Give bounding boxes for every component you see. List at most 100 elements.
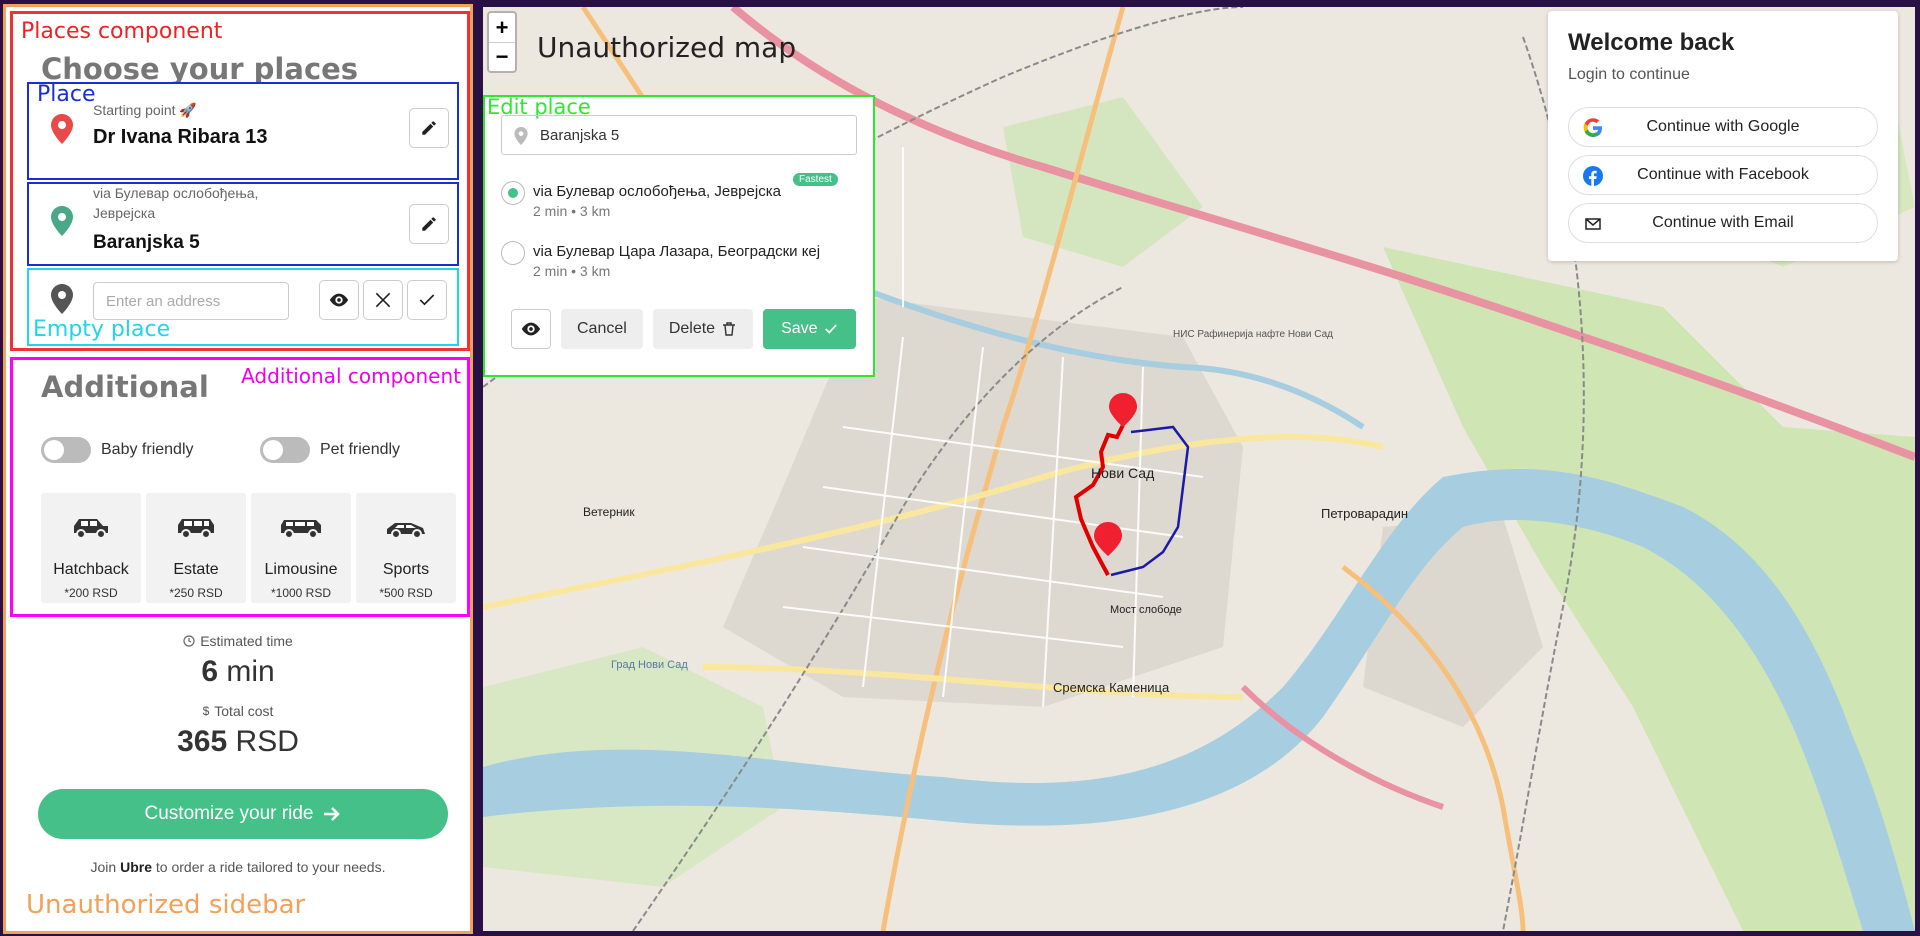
vehicle-price: *500 RSD [379, 586, 433, 600]
join-prefix: Join [90, 859, 117, 875]
estimated-time-text: Estimated time [200, 633, 293, 649]
unauthorized-sidebar: Places component Choose your places Plac… [3, 4, 473, 934]
cancel-label: Cancel [577, 320, 627, 337]
edit-place-button[interactable] [409, 204, 449, 244]
sidebar-debug-label: Unauthorized sidebar [26, 890, 306, 920]
map-label-veternik: Ветерник [583, 505, 635, 519]
join-suffix: to order a ride tailored to your needs. [155, 859, 386, 875]
additional-title: Additional [41, 370, 209, 404]
confirm-button[interactable] [407, 280, 447, 320]
check-icon [824, 324, 837, 334]
login-subtitle: Login to continue [1568, 66, 1690, 83]
vehicle-limousine[interactable]: Limousine *1000 RSD [251, 493, 351, 603]
map-pin-icon [51, 206, 73, 236]
toggle-switch[interactable] [260, 437, 310, 463]
fastest-badge: Fastest [793, 173, 838, 186]
vehicle-name: Estate [173, 561, 219, 578]
estimates: Estimated time 6 min $ Total cost 365 RS… [6, 633, 470, 759]
vehicle-price: *250 RSD [169, 586, 223, 600]
place-address-field[interactable]: Baranjska 5 [501, 115, 857, 155]
delete-button[interactable]: Delete [652, 309, 754, 349]
toggle-label: Pet friendly [320, 441, 401, 458]
map-pin-icon [514, 127, 528, 145]
empty-place: Empty place [27, 268, 459, 346]
save-label: Save [781, 320, 818, 337]
clear-button[interactable] [363, 280, 403, 320]
eye-icon [521, 322, 541, 336]
vehicle-price: *1000 RSD [270, 586, 332, 600]
vehicle-sports[interactable]: Sports *500 RSD [356, 493, 456, 603]
total-cost-text: Total cost [214, 703, 274, 719]
route-name: via Булевар ослобођења, Јеврејска [533, 183, 781, 200]
place-name: Dr Ivana Ribara 13 [93, 126, 268, 148]
google-login-label: Continue with Google [1646, 118, 1800, 135]
email-login-button[interactable]: Continue with Email [1568, 203, 1878, 243]
places-debug-label: Places component [21, 19, 223, 44]
sports-car-icon [387, 523, 425, 539]
email-login-label: Continue with Email [1652, 214, 1794, 231]
edit-place-panel: Edit place Baranjska 5 via Булевар ослоб… [483, 95, 875, 377]
cta-label: Customize your ride [144, 803, 314, 824]
vehicle-name: Sports [382, 561, 430, 578]
pet-friendly-toggle[interactable]: Pet friendly [260, 437, 400, 463]
place-address-value: Baranjska 5 [540, 126, 620, 144]
map-label-most: Мост слободе [1110, 604, 1182, 616]
additional-component: Additional component Additional Baby fri… [10, 357, 470, 617]
estate-icon [178, 519, 214, 539]
places-component: Places component Choose your places Plac… [10, 11, 470, 351]
google-login-button[interactable]: Continue with Google [1568, 107, 1878, 147]
toggle-label: Baby friendly [101, 441, 194, 458]
estimated-time-label: Estimated time [6, 633, 470, 649]
place-subtitle: Starting point 🚀 [93, 102, 197, 118]
vehicle-name: Hatchback [53, 561, 129, 578]
preview-button[interactable] [319, 280, 359, 320]
total-cost-value: 365 RSD [6, 725, 470, 759]
cancel-button[interactable]: Cancel [561, 309, 643, 349]
baby-friendly-toggle[interactable]: Baby friendly [41, 437, 194, 463]
edit-place-actions: Cancel Delete Save [511, 309, 856, 349]
zoom-control: + − [487, 11, 517, 73]
route-radio[interactable] [501, 241, 525, 265]
empty-place-debug-label: Empty place [33, 317, 171, 342]
join-text: Join Ubre to order a ride tailored to yo… [6, 859, 470, 875]
map-pin-icon [51, 284, 73, 314]
save-button[interactable]: Save [763, 309, 856, 349]
close-icon [375, 292, 391, 308]
vehicle-name: Limousine [264, 561, 338, 578]
facebook-login-button[interactable]: Continue with Facebook [1568, 155, 1878, 195]
place-subtitle: via Булевар ослобођења, Јеврејска [93, 185, 259, 221]
edit-place-button[interactable] [409, 108, 449, 148]
map-label-sremska: Сремска Каменица [1053, 680, 1170, 695]
route-radio[interactable] [501, 181, 525, 205]
map-label-city: Нови Сад [1091, 465, 1154, 481]
address-input[interactable] [93, 282, 289, 320]
login-title: Welcome back [1568, 29, 1735, 56]
login-panel: Welcome back Login to continue Continue … [1548, 11, 1898, 261]
total-cost-label: $ Total cost [6, 703, 470, 719]
limousine-icon [281, 520, 321, 539]
vehicle-estate[interactable]: Estate *250 RSD [146, 493, 246, 603]
route-meta: 2 min • 3 km [533, 263, 611, 279]
route-meta: 2 min • 3 km [533, 203, 611, 219]
customize-ride-button[interactable]: Customize your ride [38, 789, 448, 839]
check-icon [419, 294, 435, 306]
time-number: 6 [201, 655, 218, 688]
additional-debug-label: Additional component [241, 364, 461, 388]
toggle-switch[interactable] [41, 437, 91, 463]
place-destination: via Булевар ослобођења, Јеврејска Baranj… [27, 182, 459, 266]
clock-icon [183, 635, 195, 647]
zoom-in-button[interactable]: + [489, 13, 515, 42]
cost-number: 365 [177, 725, 228, 758]
estimated-time-value: 6 min [6, 655, 470, 689]
zoom-out-button[interactable]: − [489, 42, 515, 71]
vehicle-hatchback[interactable]: Hatchback *200 RSD [41, 493, 141, 603]
vehicle-price: *200 RSD [64, 586, 118, 600]
unauthorized-map[interactable]: Нови Сад Петроварадин Ветерник Сремска К… [483, 7, 1915, 931]
places-title: Choose your places [41, 52, 359, 86]
trash-icon [723, 322, 736, 336]
map-label-grad: Град Нови Сад [611, 659, 688, 671]
place-debug-label: Place [37, 82, 96, 107]
pencil-icon [422, 217, 436, 231]
map-label-petrovaradin: Петроварадин [1321, 506, 1408, 521]
preview-route-button[interactable] [511, 309, 551, 349]
